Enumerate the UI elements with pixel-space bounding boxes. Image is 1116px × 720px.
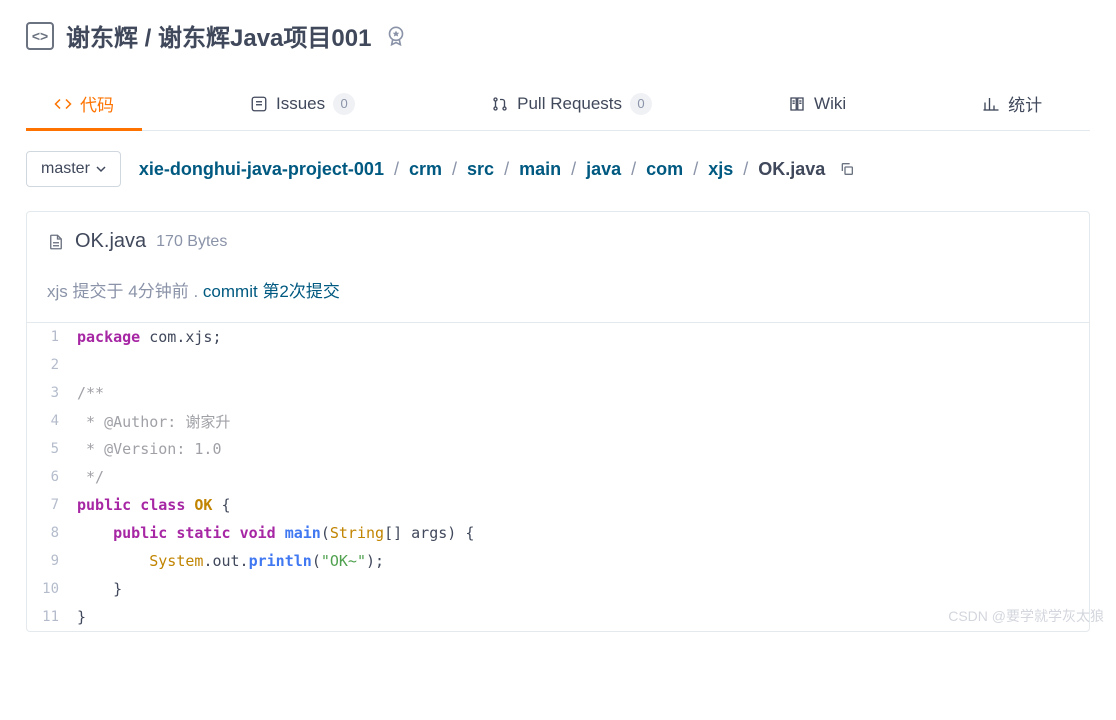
tab-prs[interactable]: Pull Requests 0: [463, 77, 680, 130]
breadcrumb-root[interactable]: xie-donghui-java-project-001: [139, 159, 384, 180]
watermark: CSDN @要学就学灰太狼: [948, 606, 1104, 626]
tab-issues[interactable]: Issues 0: [222, 77, 383, 130]
tab-code[interactable]: 代码: [26, 77, 142, 130]
stats-icon: [982, 95, 1000, 113]
tab-stats-label: 统计: [1008, 91, 1042, 116]
branch-name: master: [41, 160, 90, 178]
repo-owner[interactable]: 谢东辉: [66, 25, 138, 52]
breadcrumb-xjs[interactable]: xjs: [708, 159, 733, 180]
tab-stats[interactable]: 统计: [954, 77, 1070, 130]
file-icon: [47, 233, 65, 251]
tab-wiki[interactable]: Wiki: [760, 77, 874, 130]
repo-icon: <>: [26, 22, 54, 50]
chevron-down-icon: [96, 164, 106, 174]
commit-author[interactable]: xjs: [47, 282, 68, 301]
repo-name[interactable]: 谢东辉Java项目001: [158, 25, 371, 52]
wiki-icon: [788, 95, 806, 113]
tab-code-label: 代码: [80, 91, 114, 116]
file-panel: OK.java 170 Bytes xjs 提交于 4分钟前 . commit …: [26, 211, 1090, 632]
tabs: 代码 Issues 0 Pull Requests 0 Wiki 统计: [26, 77, 1090, 131]
repo-title: <> 谢东辉 / 谢东辉Java项目001: [26, 18, 1090, 53]
tab-issues-label: Issues: [276, 94, 325, 114]
breadcrumb-com[interactable]: com: [646, 159, 683, 180]
breadcrumb: xie-donghui-java-project-001/ crm/ src/ …: [139, 159, 855, 180]
breadcrumb-java[interactable]: java: [586, 159, 621, 180]
file-header: OK.java 170 Bytes: [27, 212, 1089, 267]
code-icon: [54, 95, 72, 113]
breadcrumb-file: OK.java: [758, 159, 825, 180]
file-name: OK.java: [75, 230, 146, 253]
file-size: 170 Bytes: [156, 233, 227, 251]
prs-count: 0: [630, 93, 652, 115]
commit-info: xjs 提交于 4分钟前 . commit 第2次提交: [27, 267, 1089, 323]
tab-prs-label: Pull Requests: [517, 94, 622, 114]
commit-msg[interactable]: 第2次提交: [262, 282, 339, 301]
code-area: 1package com.xjs; 2 3/** 4 * @Author: 谢家…: [27, 323, 1089, 631]
commit-link[interactable]: commit: [203, 282, 258, 301]
breadcrumb-crm[interactable]: crm: [409, 159, 442, 180]
breadcrumb-src[interactable]: src: [467, 159, 494, 180]
copy-icon[interactable]: [839, 161, 855, 177]
tab-wiki-label: Wiki: [814, 94, 846, 114]
badge-icon[interactable]: [383, 23, 409, 49]
commit-submitted: 提交于: [73, 282, 124, 301]
pr-icon: [491, 95, 509, 113]
issues-count: 0: [333, 93, 355, 115]
branch-select[interactable]: master: [26, 151, 121, 187]
issues-icon: [250, 95, 268, 113]
commit-time: 4分钟前: [128, 282, 188, 301]
breadcrumb-main[interactable]: main: [519, 159, 561, 180]
